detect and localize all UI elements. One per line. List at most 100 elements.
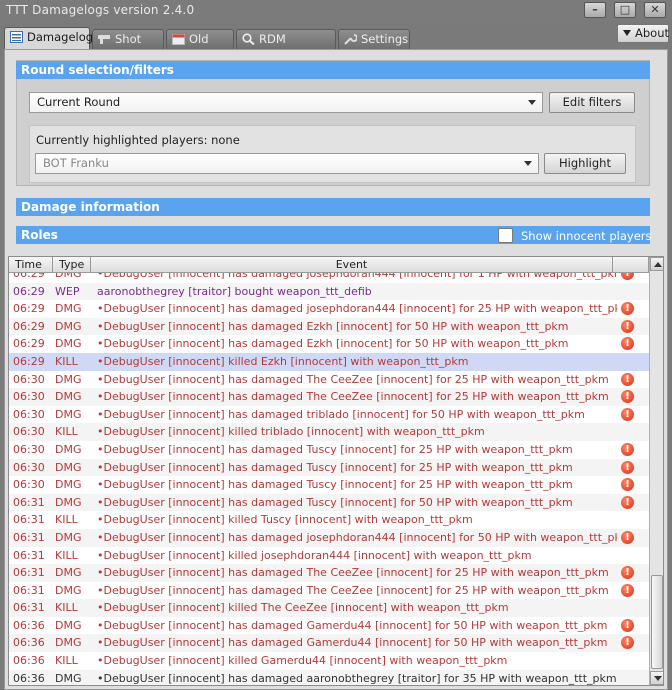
table-row[interactable]: 06:29 KILL •DebugUser [innocent] killed Ez… — [9, 352, 649, 371]
tab-damagelog[interactable]: Damagelog — [4, 27, 94, 49]
row-time: 06:30 — [13, 442, 45, 456]
row-time: 06:31 — [13, 513, 45, 527]
row-event: •DebugUser [innocent] has damaged joseph… — [97, 273, 617, 280]
row-type: DMG — [55, 583, 82, 597]
row-time: 06:31 — [13, 495, 45, 509]
row-type: KILL — [55, 513, 78, 527]
warning-icon: ! — [621, 372, 634, 386]
row-event: •DebugUser [innocent] has damaged The Ce… — [97, 566, 609, 580]
row-type: DMG — [55, 530, 82, 544]
list-header: Time Type Event — [9, 257, 649, 273]
warning-icon: ! — [621, 636, 634, 650]
table-row[interactable]: 06:31 KILL •DebugUser [innocent] killed Tu… — [9, 511, 649, 529]
table-row[interactable]: 06:30 DMG •DebugUser [innocent] has damage… — [9, 388, 649, 406]
tab-old-logs[interactable]: Old logs — [166, 29, 234, 64]
table-row[interactable]: 06:31 KILL •DebugUser [innocent] killed Th… — [9, 599, 649, 617]
row-event: •DebugUser [innocent] has damaged Tuscy … — [97, 495, 573, 509]
table-row[interactable]: 06:31 DMG •DebugUser [innocent] has damage… — [9, 564, 649, 582]
row-time: 06:30 — [13, 425, 45, 439]
round-select[interactable]: Current Round — [29, 92, 543, 113]
row-type: DMG — [55, 372, 82, 386]
row-time: 06:29 — [13, 354, 45, 368]
column-type[interactable]: Type — [53, 257, 91, 273]
row-type: DMG — [55, 495, 82, 509]
row-time: 06:36 — [13, 654, 45, 668]
table-row[interactable]: 06:29 DMG •DebugUser [innocent] has damage… — [9, 317, 649, 336]
table-row[interactable]: 06:30 DMG •DebugUser [innocent] has damage… — [9, 406, 649, 424]
close-button[interactable]: ✕ — [644, 2, 666, 18]
maximize-button[interactable]: □ — [614, 2, 636, 18]
row-event: •DebugUser [innocent] has damaged Tuscy … — [97, 460, 573, 474]
scroll-down-button[interactable] — [650, 671, 663, 685]
table-row[interactable]: 06:29 WEP aaronobthegrey [traitor] bought … — [9, 282, 649, 301]
row-event: •DebugUser [innocent] killed josephdoran… — [97, 548, 532, 562]
highlight-button[interactable]: Highlight — [544, 153, 626, 174]
log-scrollbar[interactable] — [649, 257, 663, 685]
row-event: •DebugUser [innocent] killed The CeeZee … — [97, 601, 509, 615]
row-time: 06:30 — [13, 372, 45, 386]
minimize-button[interactable]: – — [584, 2, 606, 18]
about-button[interactable]: About — [617, 24, 669, 43]
table-row[interactable]: 06:36 DMG •DebugUser [innocent] has damage… — [9, 634, 649, 653]
table-row[interactable]: 06:30 DMG •DebugUser [innocent] has damage… — [9, 441, 649, 459]
table-row[interactable]: 06:29 DMG •DebugUser [innocent] has damage… — [9, 300, 649, 318]
row-event: aaronobthegrey [traitor] bought weapon_t… — [97, 284, 372, 298]
table-row[interactable]: 06:31 DMG •DebugUser [innocent] has damage… — [9, 493, 649, 512]
tab-label: Settings — [361, 32, 409, 46]
table-row[interactable]: 06:30 DMG •DebugUser [innocent] has damage… — [9, 371, 649, 389]
row-time: 06:31 — [13, 566, 45, 580]
scroll-thumb[interactable] — [651, 575, 663, 669]
chevron-down-icon — [524, 161, 532, 166]
row-event: •DebugUser [innocent] killed Tuscy [inno… — [97, 513, 473, 527]
row-type: WEP — [55, 284, 80, 298]
row-event: •DebugUser [innocent] has damaged The Ce… — [97, 372, 609, 386]
table-row[interactable]: 06:36 DMG •DebugUser [innocent] has damage… — [9, 617, 649, 635]
row-time: 06:36 — [13, 618, 45, 632]
player-select[interactable]: BOT Franku — [35, 153, 539, 174]
damage-log-list[interactable]: Time Type Event 06:29 DMG •DebugUser [inno… — [8, 256, 664, 686]
column-event[interactable]: Event — [91, 257, 613, 273]
table-row[interactable]: 06:30 KILL •DebugUser [innocent] killed tr… — [9, 423, 649, 441]
table-row[interactable]: 06:31 KILL •DebugUser [innocent] killed jo… — [9, 547, 649, 565]
tab-bar: Damagelog Shot logs Old logs RDM Manager… — [0, 27, 672, 64]
row-event: •DebugUser [innocent] killed triblado [i… — [97, 425, 485, 439]
tab-shot-logs[interactable]: Shot logs — [92, 29, 164, 64]
table-row[interactable]: 06:30 DMG •DebugUser [innocent] has damage… — [9, 476, 649, 494]
edit-filters-button[interactable]: Edit filters — [549, 92, 635, 113]
column-warning[interactable] — [613, 257, 649, 273]
table-row[interactable]: 06:29 DMG •DebugUser [innocent] has damage… — [9, 273, 649, 283]
table-row[interactable]: 06:31 DMG •DebugUser [innocent] has damage… — [9, 582, 649, 600]
tab-label: Damagelog — [27, 30, 94, 44]
row-time: 06:29 — [13, 319, 45, 333]
table-row[interactable]: 06:29 DMG •DebugUser [innocent] has damage… — [9, 335, 649, 353]
title-bar[interactable]: TTT Damagelogs version 2.4.0 – □ ✕ — [0, 0, 672, 22]
tab-settings[interactable]: Settings — [338, 29, 410, 49]
wrench-icon — [344, 34, 357, 45]
warning-icon: ! — [621, 390, 634, 404]
damagelog-window: TTT Damagelogs version 2.4.0 – □ ✕ Damag… — [0, 0, 672, 690]
table-row[interactable]: 06:36 DMG •DebugUser [innocent] has damage… — [9, 669, 649, 685]
row-type: DMG — [55, 636, 82, 650]
scroll-up-button[interactable] — [650, 257, 663, 271]
round-section-header[interactable]: Round selection/filters — [16, 61, 650, 79]
table-row[interactable]: 06:31 DMG •DebugUser [innocent] has damage… — [9, 528, 649, 547]
window-title: TTT Damagelogs version 2.4.0 — [6, 3, 195, 17]
highlighted-players-label: Currently highlighted players: none — [36, 133, 240, 147]
show-innocent-checkbox[interactable] — [498, 228, 513, 243]
row-event: •DebugUser [innocent] killed Ezkh [innoc… — [97, 354, 469, 368]
table-row[interactable]: 06:30 DMG •DebugUser [innocent] has damage… — [9, 458, 649, 477]
warning-icon: ! — [621, 566, 634, 580]
column-time[interactable]: Time — [9, 257, 53, 273]
magnifier-icon — [242, 33, 255, 45]
row-time: 06:31 — [13, 548, 45, 562]
row-type: DMG — [55, 618, 82, 632]
tab-rdm-manager[interactable]: RDM Manager — [236, 29, 336, 64]
list-icon — [10, 31, 23, 43]
row-event: •DebugUser [innocent] killed Gamerdu44 [… — [97, 654, 508, 668]
warning-icon: ! — [621, 273, 634, 280]
table-row[interactable]: 06:36 KILL •DebugUser [innocent] killed Ga… — [9, 652, 649, 670]
damage-info-header[interactable]: Damage information — [16, 198, 650, 216]
row-time: 06:30 — [13, 407, 45, 421]
row-event: •DebugUser [innocent] has damaged The Ce… — [97, 390, 609, 404]
row-event: •DebugUser [innocent] has damaged The Ce… — [97, 583, 609, 597]
